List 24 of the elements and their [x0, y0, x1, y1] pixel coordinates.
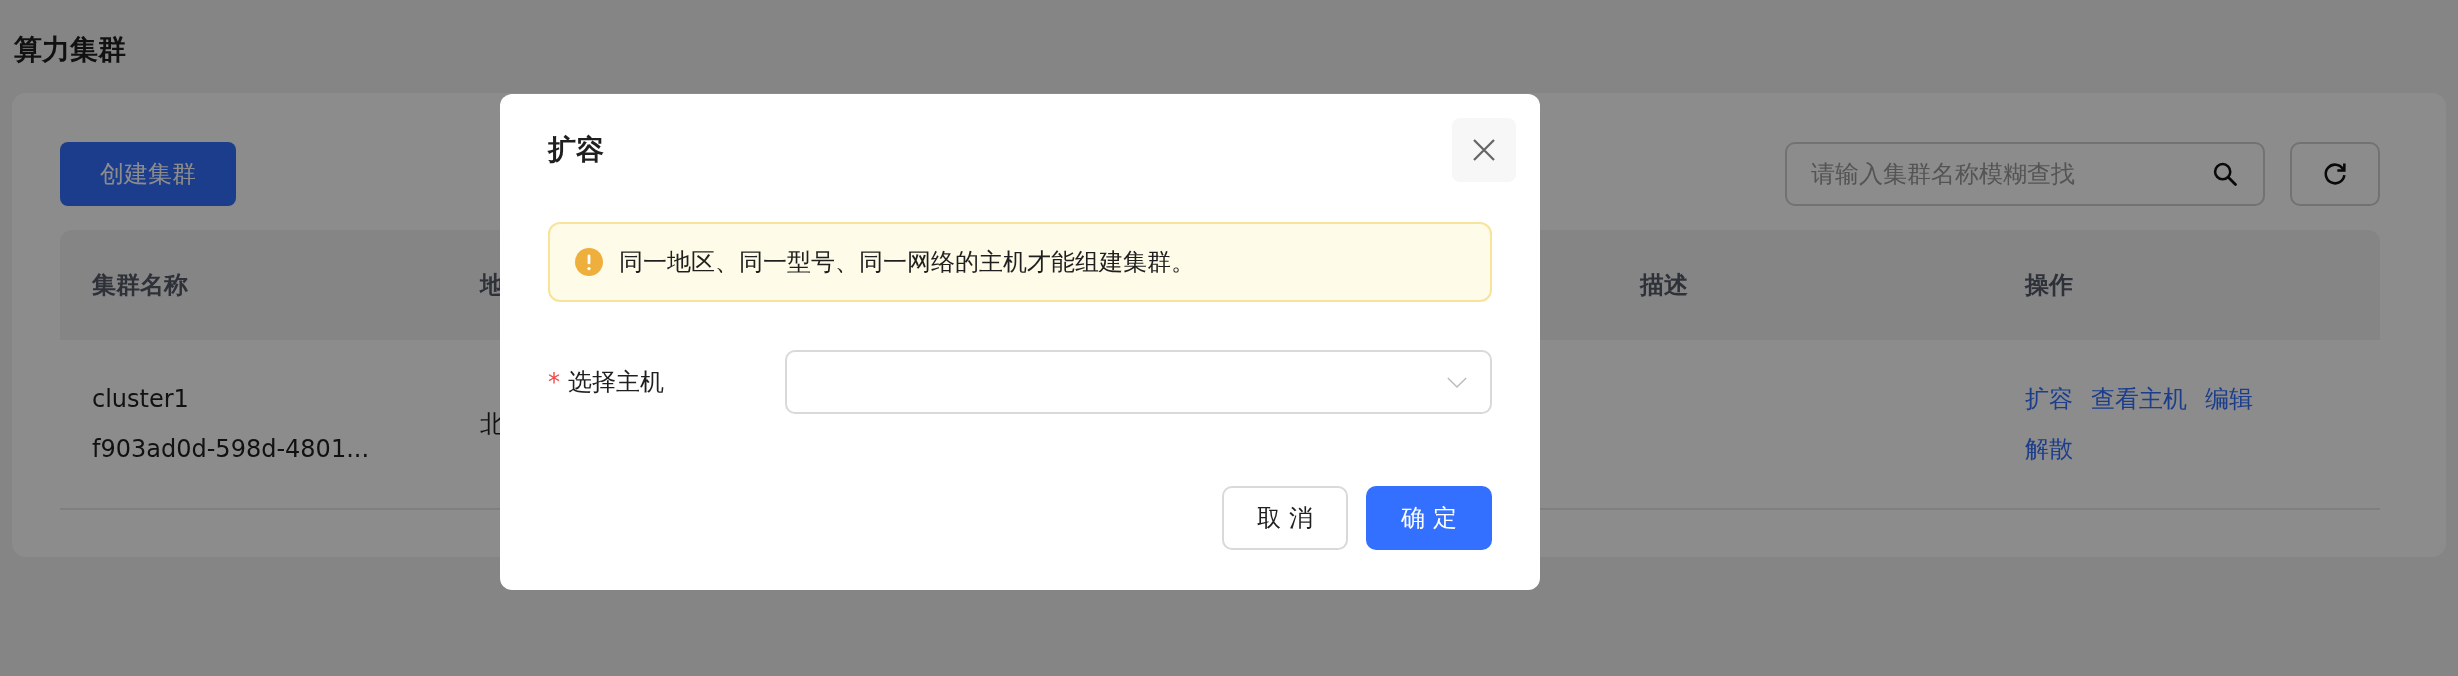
confirm-button[interactable]: 确 定 — [1366, 486, 1492, 550]
search-icon — [2211, 160, 2239, 188]
column-header: 集群名称 — [91, 270, 189, 301]
action-link[interactable]: 编辑 — [2205, 383, 2253, 415]
warning-icon — [575, 248, 603, 276]
dialog-title: 扩容 — [548, 132, 604, 168]
column-header: 描述 — [1638, 270, 1689, 301]
column-header: 操作 — [2023, 270, 2074, 301]
cluster-id: f903ad0d-598d-4801... — [92, 435, 371, 463]
chevron-down-icon — [1446, 375, 1468, 389]
action-link[interactable]: 解散 — [2025, 433, 2073, 465]
close-button[interactable] — [1452, 118, 1516, 182]
create-cluster-button[interactable]: 创建集群 — [60, 142, 236, 206]
required-mark: * — [548, 368, 560, 396]
search-field[interactable]: 请输入集群名称模糊查找 — [1785, 142, 2265, 206]
action-link[interactable]: 查看主机 — [2091, 383, 2187, 415]
cluster-name: cluster1 — [92, 385, 190, 413]
page-title: 算力集群 — [13, 32, 127, 68]
field-label: 选择主机 — [568, 367, 664, 398]
refresh-icon — [2321, 160, 2349, 188]
alert-text: 同一地区、同一型号、同一网络的主机才能组建集群。 — [619, 247, 1195, 278]
refresh-button[interactable] — [2290, 142, 2380, 206]
action-link[interactable]: 扩容 — [2025, 383, 2073, 415]
cancel-button[interactable]: 取 消 — [1222, 486, 1348, 550]
